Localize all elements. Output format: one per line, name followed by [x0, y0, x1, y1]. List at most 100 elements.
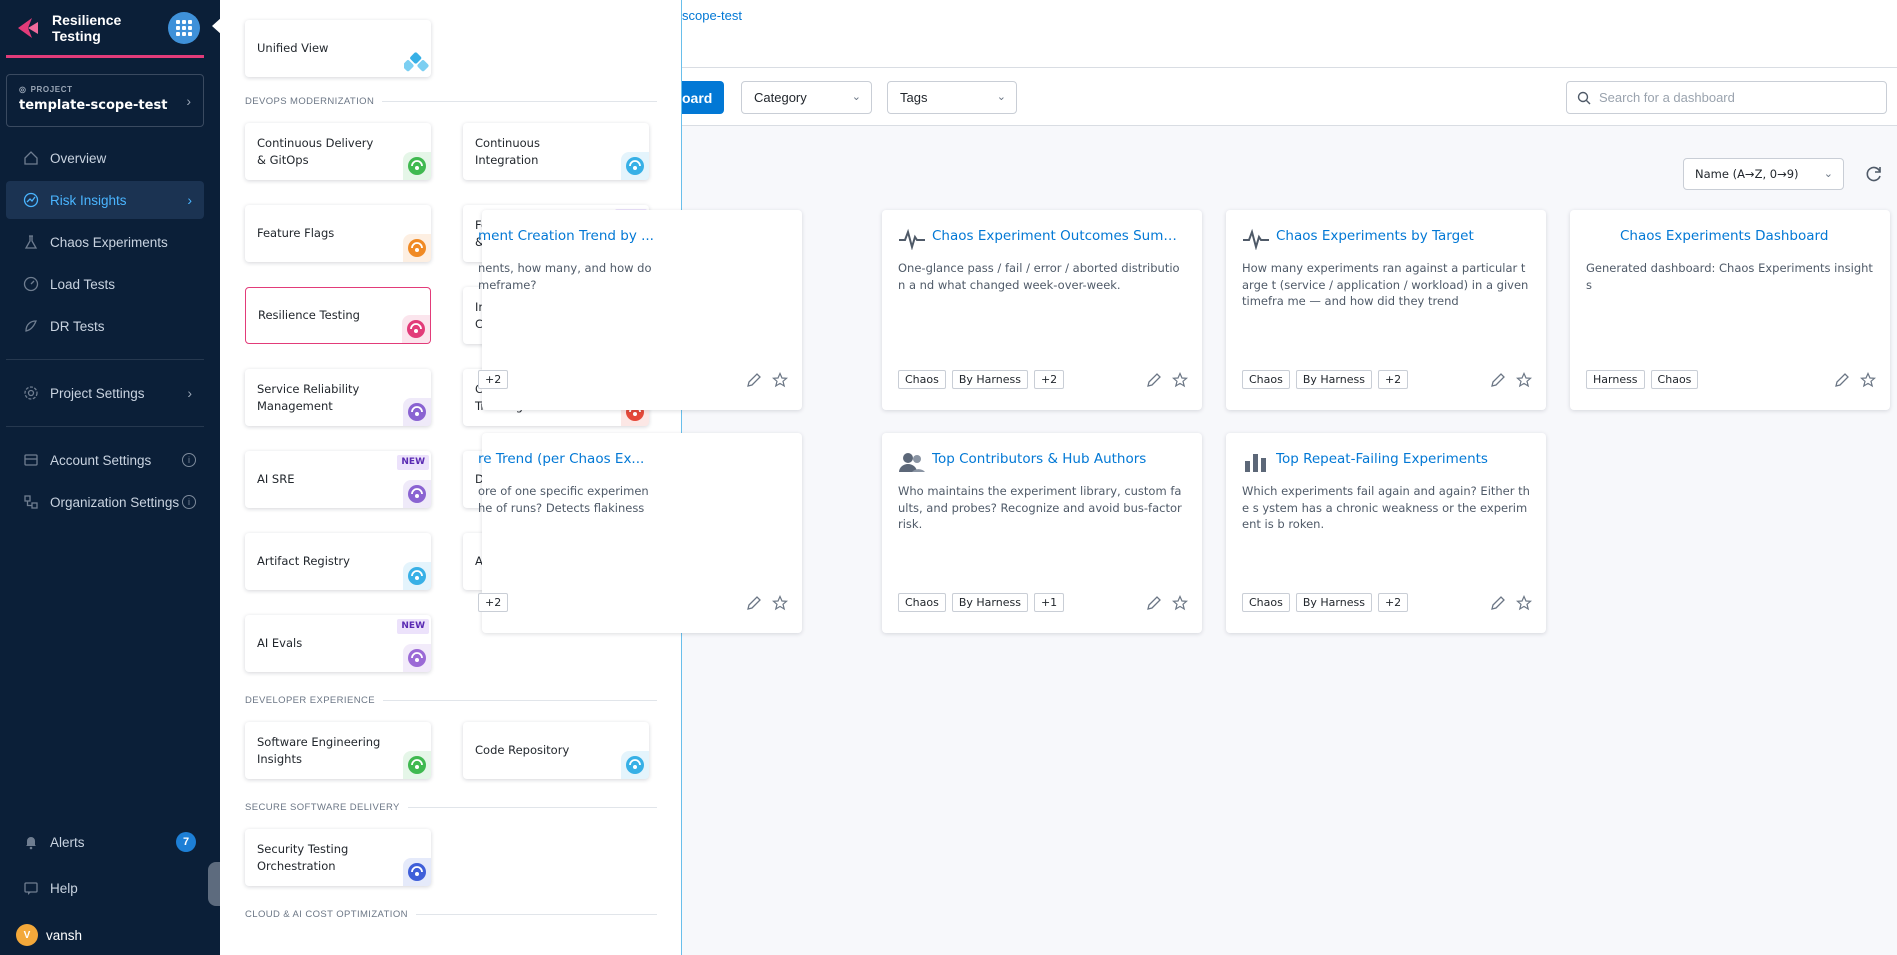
- new-badge: NEW: [397, 619, 429, 634]
- module-card-continuous-delivery-gitops[interactable]: Continuous Delivery & GitOps: [245, 123, 431, 180]
- account-icon: [22, 451, 40, 469]
- module-card-unified-view[interactable]: Unified View: [245, 20, 431, 77]
- dashboard-title[interactable]: Chaos Experiment Outcomes Summary: [932, 228, 1186, 244]
- dashboard-tags: Harness Chaos: [1586, 370, 1699, 389]
- nav-item-dr-tests[interactable]: DR Tests: [6, 307, 204, 345]
- module-card-ai-sre[interactable]: AI SRE NEW: [245, 451, 431, 508]
- edit-icon[interactable]: [1146, 372, 1162, 388]
- sort-dropdown[interactable]: Name (A→Z, 0→9) ⌄: [1683, 158, 1844, 190]
- tags-dropdown[interactable]: Tags ⌄: [887, 81, 1017, 114]
- module-card-code-repository[interactable]: Code Repository: [463, 722, 649, 779]
- dashboard-card[interactable]: ment Creation Trend by ... nents, how man…: [478, 210, 802, 410]
- dashboard-tags: Chaos By Harness +2: [1242, 593, 1409, 612]
- edit-icon[interactable]: [1490, 372, 1506, 388]
- search-icon: [1577, 91, 1591, 104]
- module-card-software-engineering-insights[interactable]: Software Engineering Insights: [245, 722, 431, 779]
- star-icon[interactable]: [1516, 595, 1532, 611]
- dashboard-card[interactable]: Top Repeat-Failing Experiments Which expe…: [1226, 433, 1546, 633]
- category-dropdown[interactable]: Category ⌄: [741, 81, 872, 114]
- project-icon: ◎: [19, 85, 27, 94]
- dashboard-card[interactable]: re Trend (per Chaos Ex... ore of one spec…: [478, 433, 802, 633]
- ai-sre-icon: [403, 480, 431, 508]
- info-icon[interactable]: i: [182, 453, 196, 467]
- section-secure-software-delivery: SECURE SOFTWARE DELIVERY: [220, 797, 681, 817]
- edit-icon[interactable]: [746, 372, 762, 388]
- module-switcher-button[interactable]: [168, 11, 200, 44]
- chevron-down-icon: ⌄: [851, 91, 861, 103]
- code-repository-icon: [621, 751, 649, 779]
- star-icon[interactable]: [772, 595, 788, 611]
- dashboard-description: How many experiments ran against a parti…: [1242, 261, 1529, 309]
- nav-item-organization-settings[interactable]: Organization Settings i: [6, 483, 204, 521]
- dashboard-title[interactable]: ment Creation Trend by ...: [478, 228, 786, 244]
- resilience-testing-icon: [402, 315, 430, 343]
- module-card-ai-evals[interactable]: AI Evals NEW: [245, 615, 431, 672]
- dashboard-tags: Chaos By Harness +2: [1242, 370, 1409, 389]
- continuous-integration-icon: [621, 152, 649, 180]
- nav-divider: [6, 359, 204, 360]
- refresh-icon[interactable]: [1864, 164, 1884, 184]
- search-input[interactable]: [1599, 90, 1859, 105]
- bell-icon: [22, 833, 40, 851]
- breadcrumb[interactable]: scope-test: [682, 8, 742, 23]
- unified-view-icon: [403, 49, 431, 77]
- dashboard-toolbar: oard Category ⌄ Tags ⌄: [682, 68, 1897, 126]
- star-icon[interactable]: [1516, 372, 1532, 388]
- module-card-continuous-integration[interactable]: Continuous Integration: [463, 123, 649, 180]
- tag-chip: +2: [478, 370, 509, 389]
- dashboard-title[interactable]: Top Repeat-Failing Experiments: [1276, 451, 1530, 467]
- project-name: template-scope-test: [19, 98, 168, 113]
- edit-icon[interactable]: [1490, 595, 1506, 611]
- dashboard-tags: +2: [478, 370, 509, 389]
- edit-icon[interactable]: [746, 595, 762, 611]
- nav-item-help[interactable]: Help: [6, 869, 204, 907]
- nav-item-overview[interactable]: Overview: [6, 139, 204, 177]
- edit-icon[interactable]: [1834, 372, 1850, 388]
- tag-chip: By Harness: [951, 370, 1028, 389]
- dashboard-description: One-glance pass / fail / error / aborted…: [898, 261, 1180, 292]
- star-icon[interactable]: [772, 372, 788, 388]
- info-icon[interactable]: i: [182, 495, 196, 509]
- dashboard-title[interactable]: Chaos Experiments Dashboard: [1620, 228, 1874, 244]
- module-card-resilience-testing[interactable]: Resilience Testing: [245, 287, 431, 344]
- gauge-icon: [22, 275, 40, 293]
- dashboard-title[interactable]: re Trend (per Chaos Ex...: [478, 451, 786, 467]
- service-reliability-management-icon: [403, 398, 431, 426]
- gear-icon: [22, 384, 40, 402]
- project-selector[interactable]: ◎ PROJECT template-scope-test ›: [6, 74, 204, 127]
- nav-item-load-tests[interactable]: Load Tests: [6, 265, 204, 303]
- create-dashboard-button[interactable]: oard: [682, 81, 724, 114]
- dashboard-title[interactable]: Top Contributors & Hub Authors: [932, 451, 1186, 467]
- dashboard-card[interactable]: Chaos Experiment Outcomes Summary One-gla…: [882, 210, 1202, 410]
- module-card-artifact-registry[interactable]: Artifact Registry: [245, 533, 431, 590]
- user-profile[interactable]: V vansh: [0, 915, 220, 955]
- nav-item-account-settings[interactable]: Account Settings i: [6, 441, 204, 479]
- module-card-security-testing-orchestration[interactable]: Security Testing Orchestration: [245, 829, 431, 886]
- tag-chip: Chaos: [898, 593, 946, 612]
- dashboard-search[interactable]: [1566, 81, 1887, 114]
- nav-item-project-settings[interactable]: Project Settings ›: [6, 374, 204, 412]
- users-icon: [898, 451, 926, 473]
- edit-icon[interactable]: [1146, 595, 1162, 611]
- star-icon[interactable]: [1172, 595, 1188, 611]
- module-card-feature-flags[interactable]: Feature Flags: [245, 205, 431, 262]
- dashboard-card[interactable]: Top Contributors & Hub Authors Who mainta…: [882, 433, 1202, 633]
- nav-item-alerts[interactable]: Alerts 7: [6, 823, 204, 861]
- resilience-logo-icon: [18, 17, 38, 38]
- secure-module-grid: Security Testing Orchestration: [220, 829, 681, 886]
- star-icon[interactable]: [1860, 372, 1876, 388]
- dashboards-page: scope-test oard Category ⌄ Tags ⌄ Name (…: [478, 0, 1897, 955]
- dashboard-title[interactable]: Chaos Experiments by Target: [1276, 228, 1530, 244]
- ai-evals-icon: [403, 644, 431, 672]
- dashboard-card[interactable]: Chaos Experiments Dashboard Generated das…: [1570, 210, 1890, 410]
- module-card-service-reliability-management[interactable]: Service Reliability Management: [245, 369, 431, 426]
- nav-item-chaos-experiments[interactable]: Chaos Experiments: [6, 223, 204, 261]
- security-testing-orchestration-icon: [403, 858, 431, 886]
- dashboard-tags: Chaos By Harness +1: [898, 593, 1065, 612]
- recovery-icon: [22, 317, 40, 335]
- nav-item-risk-insights[interactable]: Risk Insights ›: [6, 181, 204, 219]
- tag-chip: Chaos: [1242, 593, 1290, 612]
- alerts-count-badge: 7: [176, 832, 196, 852]
- star-icon[interactable]: [1172, 372, 1188, 388]
- dashboard-card[interactable]: Chaos Experiments by Target How many expe…: [1226, 210, 1546, 410]
